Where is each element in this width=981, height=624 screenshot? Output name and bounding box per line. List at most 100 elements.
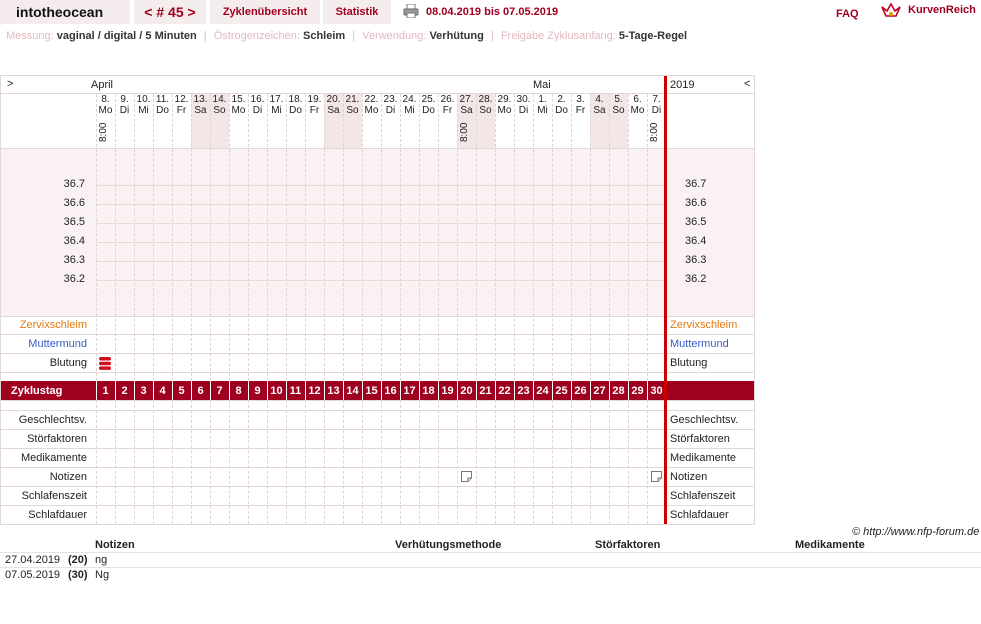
day-number: 22. bbox=[364, 94, 379, 105]
intercourse-row-label-right: Geschlechtsv. bbox=[670, 414, 739, 426]
day-number: 8. bbox=[101, 94, 110, 105]
day-grid-line bbox=[229, 94, 230, 381]
day-weekday: Do bbox=[156, 105, 169, 116]
cycle-navigator[interactable]: < # 45 > bbox=[134, 0, 206, 24]
crown-logo-icon[interactable] bbox=[880, 2, 902, 20]
estrogen-value: Schleim bbox=[303, 30, 346, 42]
day-grid-line bbox=[609, 400, 610, 524]
day-grid-line bbox=[286, 94, 287, 381]
day-grid-line bbox=[362, 400, 363, 524]
day-number: 12. bbox=[174, 94, 189, 105]
day-grid-line bbox=[248, 400, 249, 524]
header-disturbances: Störfaktoren bbox=[595, 539, 661, 551]
cervix-row-label: Zervixschleim bbox=[19, 319, 87, 331]
nav-prev-arrow[interactable]: > bbox=[7, 78, 13, 90]
day-grid-line bbox=[438, 400, 439, 524]
cycle-day-number: 4 bbox=[159, 385, 166, 397]
day-grid-line bbox=[210, 400, 211, 524]
disturbances-row-label: Störfaktoren bbox=[27, 433, 87, 445]
grid-line bbox=[1, 316, 754, 317]
day-grid-line bbox=[267, 400, 268, 524]
settings-info-line: Messung: vaginal / digital / 5 Minuten |… bbox=[6, 30, 687, 42]
grid-line bbox=[1, 524, 754, 525]
cycle-day-number: 6 bbox=[197, 385, 204, 397]
cycle-day-number: 10 bbox=[270, 385, 283, 397]
day-number: 14. bbox=[212, 94, 227, 105]
note-icon[interactable] bbox=[651, 471, 662, 482]
day-grid-line bbox=[134, 400, 135, 524]
day-grid-line bbox=[96, 94, 97, 381]
day-grid-line bbox=[647, 400, 648, 524]
cycle-day-number: 22 bbox=[498, 385, 511, 397]
day-number: 25. bbox=[421, 94, 436, 105]
cervical-os-row-label-right: Muttermund bbox=[670, 338, 729, 350]
day-grid-line bbox=[153, 94, 154, 381]
current-day-line bbox=[664, 76, 667, 524]
cycle-day-number: 15 bbox=[365, 385, 378, 397]
temperature-grid-line bbox=[96, 242, 664, 243]
day-grid-line bbox=[134, 94, 135, 381]
day-grid-line bbox=[628, 94, 629, 381]
intercourse-row-label: Geschlechtsv. bbox=[18, 414, 87, 426]
printer-icon[interactable] bbox=[403, 4, 419, 18]
day-weekday: Di bbox=[518, 105, 529, 116]
date-range: 08.04.2019 bis 07.05.2019 bbox=[426, 6, 559, 18]
estrogen-label: Östrogenzeichen: bbox=[213, 30, 300, 42]
cycle-day-number: 2 bbox=[121, 385, 128, 397]
day-number: 11. bbox=[155, 94, 170, 105]
grid-line bbox=[1, 400, 754, 401]
day-grid-line bbox=[324, 94, 325, 381]
cycle-chart: > April Mai 2019 <8. Mo 8:00 9. Di 10. Mi 11. Do 12. F… bbox=[0, 75, 755, 525]
release-value: 5-Tage-Regel bbox=[618, 30, 688, 42]
sleep-duration-row-label: Schlafdauer bbox=[28, 509, 87, 521]
day-weekday: Mo bbox=[630, 105, 645, 116]
faq-link[interactable]: FAQ bbox=[836, 2, 859, 26]
temperature-label-right: 36.6 bbox=[685, 197, 707, 209]
cervix-row-label-right: Zervixschleim bbox=[670, 319, 738, 331]
day-grid-line bbox=[286, 400, 287, 524]
day-number: 5. bbox=[614, 94, 623, 105]
month-may: Mai bbox=[533, 79, 551, 91]
cycle-day-number: 1 bbox=[102, 385, 109, 397]
day-weekday: So bbox=[479, 105, 492, 116]
cycle-day-number: 25 bbox=[555, 385, 568, 397]
cycle-day-number: 11 bbox=[289, 385, 302, 397]
tab-statistics[interactable]: Statistik bbox=[323, 0, 391, 24]
day-weekday: Sa bbox=[460, 105, 473, 116]
grid-line bbox=[1, 353, 754, 354]
day-grid-line bbox=[438, 94, 439, 381]
table-row: 07.05.2019 (30) Ng bbox=[0, 567, 981, 583]
day-grid-line bbox=[115, 400, 116, 524]
header-medication: Medikamente bbox=[795, 539, 865, 551]
site-name[interactable]: intotheocean bbox=[0, 0, 130, 24]
day-grid-line bbox=[305, 400, 306, 524]
cycle-day-number: 28 bbox=[612, 385, 625, 397]
day-grid-line bbox=[229, 400, 230, 524]
tab-cycle-overview[interactable]: Zyklenübersicht bbox=[210, 0, 320, 24]
temperature-label-right: 36.7 bbox=[685, 178, 707, 190]
temperature-label-right: 36.3 bbox=[685, 254, 707, 266]
grid-line bbox=[1, 486, 754, 487]
day-weekday: Mi bbox=[537, 105, 548, 116]
copyright: © http://www.nfp-forum.de bbox=[852, 526, 980, 538]
day-weekday: Di bbox=[252, 105, 263, 116]
day-number: 29. bbox=[497, 94, 512, 105]
day-number: 6. bbox=[633, 94, 642, 105]
day-grid-line bbox=[343, 94, 344, 381]
day-grid-line bbox=[552, 94, 553, 381]
nav-next-arrow[interactable]: < bbox=[744, 78, 750, 90]
cervical-os-row-label: Muttermund bbox=[28, 338, 87, 350]
day-number: 9. bbox=[120, 94, 129, 105]
cycle-day-number: 16 bbox=[384, 385, 397, 397]
note-icon[interactable] bbox=[461, 471, 472, 482]
header-notes: Notizen bbox=[95, 539, 135, 551]
day-grid-line bbox=[514, 400, 515, 524]
grid-line bbox=[1, 467, 754, 468]
day-grid-line bbox=[191, 400, 192, 524]
notes-row-label-right: Notizen bbox=[670, 471, 708, 483]
brand-name[interactable]: KurvenReich bbox=[908, 0, 976, 20]
day-grid-line bbox=[362, 94, 363, 381]
day-number: 24. bbox=[402, 94, 417, 105]
day-grid-line bbox=[400, 94, 401, 381]
temperature-label-left: 36.3 bbox=[63, 254, 85, 266]
